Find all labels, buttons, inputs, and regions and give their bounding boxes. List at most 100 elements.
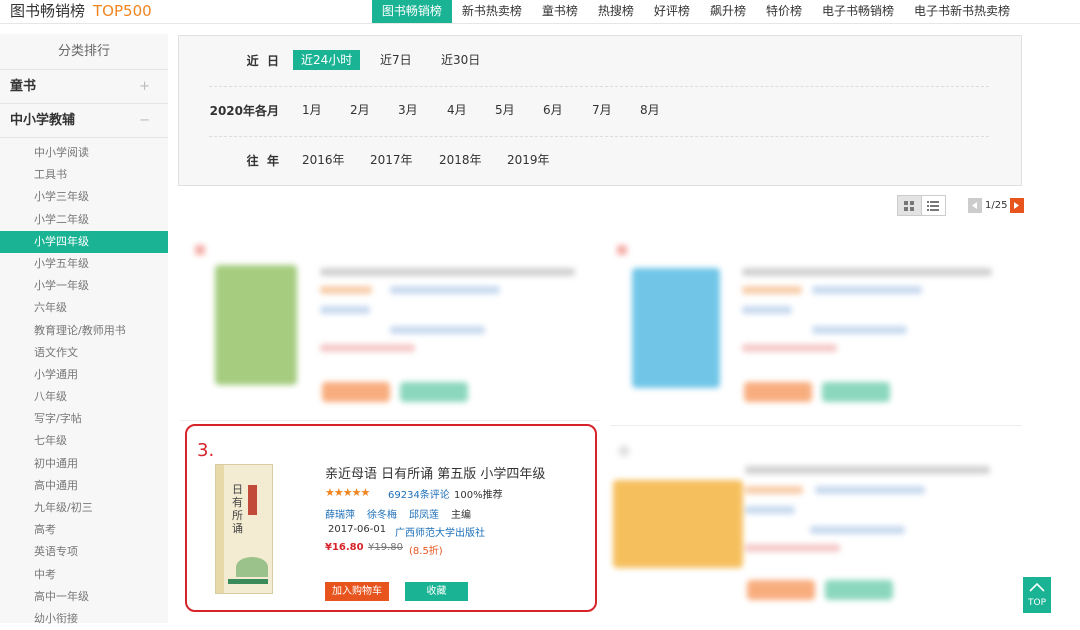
subcategory-item[interactable]: 高考 <box>0 519 168 541</box>
filter-label: 往 年 <box>246 154 279 168</box>
featured-book-card[interactable]: 3. 日有所诵 亲近母语 日有所诵 第五版 小学四年级 ★★★★★ 69234条… <box>185 424 597 612</box>
filter-row-years: 往 年 2016年 2017年 2018年 2019年 <box>179 136 1023 186</box>
nav-rising[interactable]: 飙升榜 <box>700 0 756 23</box>
nav-top-rated[interactable]: 好评榜 <box>644 0 700 23</box>
filter-month[interactable]: 3月 <box>390 100 426 120</box>
filter-month[interactable]: 8月 <box>632 100 668 120</box>
filter-month[interactable]: 4月 <box>439 100 475 120</box>
subcategory-item[interactable]: 高中通用 <box>0 475 168 497</box>
filter-row-recent: 近 日 近24小时 近7日 近30日 <box>179 36 1023 86</box>
filter-30d[interactable]: 近30日 <box>433 50 488 70</box>
nav-new-books[interactable]: 新书热卖榜 <box>452 0 532 23</box>
view-toggle <box>897 195 946 216</box>
filter-row-months: 2020年各月 1月 2月 3月 4月 5月 6月 7月 8月 <box>179 86 1023 136</box>
sidebar-title: 分类排行 <box>0 34 168 70</box>
book-title-link[interactable]: 亲近母语 日有所诵 第五版 小学四年级 <box>325 463 545 482</box>
subcategory-item[interactable]: 小学二年级 <box>0 209 168 231</box>
filter-month[interactable]: 6月 <box>535 100 571 120</box>
back-to-top-button[interactable]: TOP <box>1023 577 1051 613</box>
publisher-link[interactable]: 广西师范大学出版社 <box>395 524 485 539</box>
site-brand[interactable]: 图书畅销榜 TOP500 <box>10 0 152 22</box>
subcategory-item[interactable]: 写字/字帖 <box>0 408 168 430</box>
filter-month[interactable]: 5月 <box>487 100 523 120</box>
filter-month[interactable]: 7月 <box>584 100 620 120</box>
grid-view-icon[interactable] <box>898 196 922 215</box>
book-cover[interactable]: 日有所诵 <box>215 464 273 594</box>
filter-24h[interactable]: 近24小时 <box>293 50 361 70</box>
filter-label: 2020年各月 <box>209 104 279 118</box>
subcategory-item[interactable]: 初中通用 <box>0 453 168 475</box>
blurred-book-card <box>612 240 1022 420</box>
rating-stars-icon: ★★★★★ <box>325 486 370 499</box>
rank-number: 3. <box>197 440 215 461</box>
subcategory-item[interactable]: 小学五年级 <box>0 253 168 275</box>
subcategory-item[interactable]: 小学通用 <box>0 364 168 386</box>
filter-month[interactable]: 2月 <box>342 100 378 120</box>
nav-ebook-new[interactable]: 电子书新书热卖榜 <box>904 0 1020 23</box>
nav-book-bestseller[interactable]: 图书畅销榜 <box>371 0 452 23</box>
author-link[interactable]: 薛瑞萍 <box>325 506 355 521</box>
favorite-button[interactable]: 收藏 <box>405 582 468 601</box>
filter-7d[interactable]: 近7日 <box>372 50 420 70</box>
author-link[interactable]: 邱凤莲 <box>409 506 439 521</box>
publish-date: 2017-06-01 <box>328 524 387 535</box>
nav-bargain[interactable]: 特价榜 <box>756 0 812 23</box>
subcategory-item[interactable]: 教育理论/教师用书 <box>0 320 168 342</box>
original-price: ¥19.80 <box>368 542 403 553</box>
reviews-link[interactable]: 69234条评论 <box>388 486 450 501</box>
category-sidebar: 分类排行 童书 + 中小学教辅 − 中小学阅读 工具书 小学三年级 小学二年级 … <box>0 34 168 625</box>
filter-month[interactable]: 1月 <box>294 100 330 120</box>
subcategory-item[interactable]: 六年级 <box>0 297 168 319</box>
subcategory-item[interactable]: 幼小衔接 <box>0 608 168 630</box>
current-price: ¥16.80 <box>325 542 364 553</box>
filter-year[interactable]: 2019年 <box>499 150 558 170</box>
filter-year[interactable]: 2018年 <box>431 150 490 170</box>
subcategory-item[interactable]: 工具书 <box>0 164 168 186</box>
cover-title: 日有所诵 <box>232 483 243 535</box>
discount-label: (8.5折) <box>409 546 443 557</box>
date-filter-panel: 近 日 近24小时 近7日 近30日 2020年各月 1月 2月 3月 4月 5… <box>178 35 1022 186</box>
collapse-icon[interactable]: − <box>139 104 150 138</box>
subcategory-item[interactable]: 七年级 <box>0 430 168 452</box>
filter-year[interactable]: 2017年 <box>362 150 421 170</box>
nav-hot-search[interactable]: 热搜榜 <box>588 0 644 23</box>
add-to-cart-button[interactable]: 加入购物车 <box>325 582 389 601</box>
subcategory-item[interactable]: 八年级 <box>0 386 168 408</box>
prev-page-button[interactable] <box>968 198 982 213</box>
chevron-right-icon <box>1014 202 1020 209</box>
list-view-icon[interactable] <box>922 196 945 215</box>
subcategory-item-active[interactable]: 小学四年级 <box>0 230 168 253</box>
nav-childrens-books[interactable]: 童书榜 <box>532 0 588 23</box>
subcategory-item[interactable]: 中考 <box>0 564 168 586</box>
subcategory-item[interactable]: 英语专项 <box>0 541 168 563</box>
pager: 1/25 <box>968 198 1025 213</box>
category-label: 童书 <box>10 79 37 94</box>
brand-title: 图书畅销榜 <box>10 2 86 20</box>
subcategory-item[interactable]: 小学三年级 <box>0 186 168 208</box>
category-childrens-books[interactable]: 童书 + <box>0 70 168 104</box>
blurred-book-card <box>190 240 600 420</box>
brand-top500: TOP500 <box>93 2 152 20</box>
subcategory-item[interactable]: 高中一年级 <box>0 586 168 608</box>
subcategory-item[interactable]: 语文作文 <box>0 342 168 364</box>
category-k12-tutoring[interactable]: 中小学教辅 − <box>0 104 168 138</box>
page-indicator: 1/25 <box>985 200 1008 211</box>
subcategory-item[interactable]: 中小学阅读 <box>0 142 168 164</box>
subcategory-item[interactable]: 九年级/初三 <box>0 497 168 519</box>
author-link[interactable]: 徐冬梅 <box>367 506 397 521</box>
card-divider <box>610 425 1022 426</box>
expand-icon[interactable]: + <box>139 70 150 104</box>
back-to-top-label: TOP <box>1027 598 1046 608</box>
filter-year[interactable]: 2016年 <box>294 150 353 170</box>
ranking-nav: 图书畅销榜 新书热卖榜 童书榜 热搜榜 好评榜 飙升榜 特价榜 电子书畅销榜 电… <box>371 0 1020 23</box>
category-label: 中小学教辅 <box>10 113 76 128</box>
next-page-button[interactable] <box>1010 198 1025 213</box>
nav-ebook-bestseller[interactable]: 电子书畅销榜 <box>812 0 904 23</box>
chevron-up-icon <box>1029 582 1045 592</box>
filter-label: 近 日 <box>246 54 279 68</box>
cover-seal <box>248 485 257 515</box>
subcategory-item[interactable]: 小学一年级 <box>0 275 168 297</box>
recommend-rate: 100%推荐 <box>454 490 503 501</box>
chevron-left-icon <box>972 202 977 209</box>
cover-band <box>228 579 268 584</box>
